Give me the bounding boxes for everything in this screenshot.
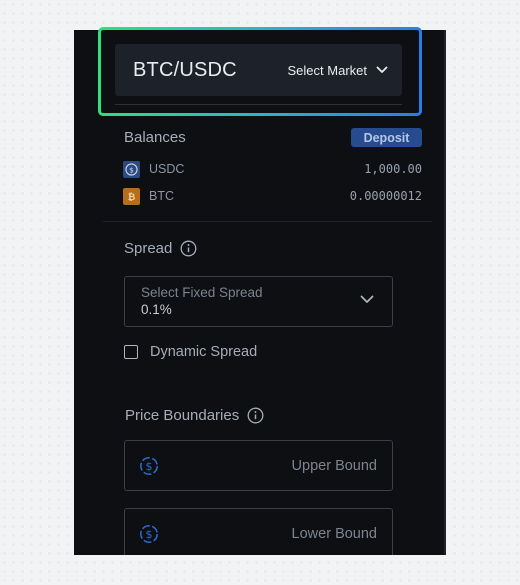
btc-amount: 0.00000012: [349, 189, 422, 203]
usdc-amount: 1,000.00: [364, 162, 422, 176]
usdc-label: USDC: [149, 162, 185, 176]
spread-title: Spread: [124, 240, 173, 257]
price-boundaries-title: Price Boundaries: [125, 407, 240, 424]
svg-text:$: $: [146, 528, 153, 541]
svg-text:$: $: [146, 460, 153, 473]
dollar-coin-icon: $: [139, 524, 159, 544]
deposit-button[interactable]: Deposit: [351, 128, 422, 147]
dynamic-spread-checkbox[interactable]: [124, 345, 138, 359]
fixed-spread-label: Select Fixed Spread: [141, 285, 263, 300]
fixed-spread-value: 0.1%: [141, 302, 172, 317]
balance-row-btc: ₿ BTC 0.00000012: [123, 187, 422, 205]
balances-title: Balances: [124, 129, 186, 146]
dollar-coin-icon: $: [139, 456, 159, 476]
svg-text:$: $: [129, 165, 134, 174]
btc-label: BTC: [149, 189, 174, 203]
balance-row-usdc: $ USDC 1,000.00: [123, 160, 422, 178]
select-market-button[interactable]: Select Market: [288, 63, 388, 78]
usdc-coin-icon: $: [123, 160, 140, 178]
price-boundaries-info-icon[interactable]: [247, 407, 264, 424]
chevron-down-icon: [376, 66, 388, 74]
market-selector-highlight: BTC/USDC Select Market: [98, 27, 422, 116]
spread-heading: Spread: [124, 240, 197, 257]
fixed-spread-select[interactable]: Select Fixed Spread 0.1%: [124, 276, 393, 327]
bitcoin-icon: ₿: [123, 187, 140, 205]
market-pair: BTC/USDC: [133, 58, 237, 81]
price-boundaries-heading: Price Boundaries: [125, 407, 264, 424]
upper-bound-field[interactable]: $: [124, 440, 393, 491]
balances-section: Balances Deposit $ USDC 1,000.00 ₿ BTC 0…: [103, 126, 432, 222]
chevron-down-icon: [360, 295, 374, 304]
panel-scrollbar: [444, 30, 446, 555]
dynamic-spread-option[interactable]: Dynamic Spread: [124, 344, 257, 360]
lower-bound-input[interactable]: [169, 525, 377, 542]
dynamic-spread-label: Dynamic Spread: [150, 344, 258, 360]
upper-bound-input[interactable]: [169, 457, 377, 474]
spread-info-icon[interactable]: [180, 240, 197, 257]
market-divider: [115, 104, 402, 105]
market-selector[interactable]: BTC/USDC Select Market: [115, 44, 402, 96]
lower-bound-field[interactable]: $: [124, 508, 393, 555]
svg-text:₿: ₿: [128, 192, 136, 203]
select-market-label: Select Market: [287, 62, 367, 78]
